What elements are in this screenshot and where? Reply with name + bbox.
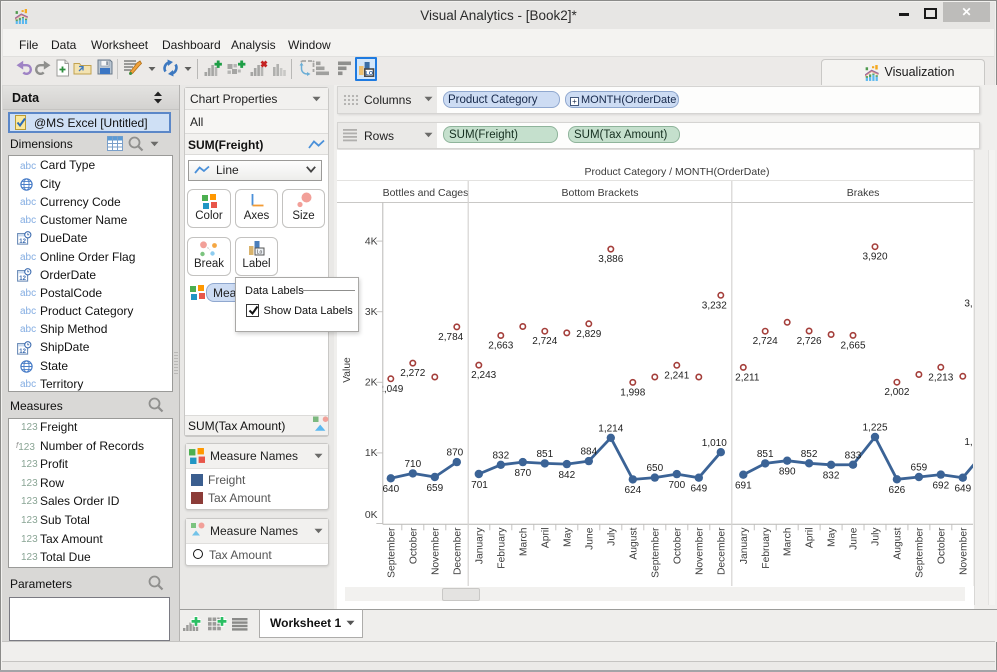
svg-text:October: October (936, 527, 947, 564)
svg-text:February: February (761, 527, 772, 569)
svg-text:1K: 1K (365, 448, 378, 459)
svg-text:August: August (628, 527, 639, 559)
svg-text:852: 852 (801, 449, 818, 460)
svg-text:2,272: 2,272 (400, 368, 425, 379)
svg-text:0K: 0K (365, 510, 378, 521)
svg-text:701: 701 (471, 480, 488, 491)
svg-text:832: 832 (823, 471, 840, 482)
svg-text:2,243: 2,243 (471, 370, 496, 381)
svg-text:1,010: 1,010 (702, 438, 727, 449)
svg-text:October: October (672, 527, 683, 564)
svg-text:710: 710 (404, 459, 421, 470)
svg-text:1,020: 1,020 (964, 437, 973, 448)
svg-text:June: June (584, 527, 595, 550)
svg-text:659: 659 (426, 483, 443, 494)
svg-text:2,665: 2,665 (840, 340, 865, 351)
svg-text:2,002: 2,002 (884, 387, 909, 398)
svg-text:3K: 3K (365, 307, 378, 318)
svg-text:2K: 2K (365, 378, 378, 389)
svg-text:LO: LO (365, 71, 373, 77)
svg-text:2,726: 2,726 (797, 336, 822, 347)
svg-text:2,784: 2,784 (438, 332, 463, 343)
svg-text:Bottom Brackets: Bottom Brackets (561, 187, 638, 199)
svg-text:691: 691 (735, 481, 752, 492)
svg-text:890: 890 (779, 467, 796, 478)
svg-text:Brakes: Brakes (847, 187, 880, 199)
svg-text:2,663: 2,663 (488, 341, 513, 352)
svg-text:12: 12 (19, 348, 26, 354)
svg-text:December: December (452, 527, 463, 575)
svg-text:September: September (386, 527, 397, 578)
svg-text:Bottles and Cages: Bottles and Cages (383, 187, 469, 199)
svg-text:November: November (430, 527, 441, 575)
svg-text:842: 842 (558, 470, 575, 481)
svg-text:1,225: 1,225 (862, 423, 887, 434)
svg-text:1,214: 1,214 (598, 423, 623, 434)
svg-text:Lo: Lo (257, 250, 263, 256)
svg-text:June: June (849, 527, 860, 550)
svg-text:700: 700 (668, 480, 685, 491)
svg-text:870: 870 (447, 448, 464, 459)
svg-text:626: 626 (889, 485, 906, 496)
svg-text:July: July (871, 527, 882, 546)
svg-text:2,724: 2,724 (753, 336, 778, 347)
svg-text:May: May (827, 527, 838, 547)
svg-text:851: 851 (536, 449, 553, 460)
svg-text:April: April (805, 528, 816, 549)
svg-text:3,232: 3,232 (702, 300, 727, 311)
svg-text:1,998: 1,998 (620, 387, 645, 398)
svg-text:October: October (408, 527, 419, 564)
svg-text:2,829: 2,829 (576, 329, 601, 340)
svg-text:November: November (694, 527, 705, 575)
svg-text:January: January (739, 527, 750, 564)
svg-text:3,259: 3,259 (964, 298, 973, 309)
svg-text:12: 12 (19, 239, 26, 245)
svg-text:January: January (474, 527, 485, 564)
svg-text:649: 649 (954, 484, 971, 495)
svg-text:August: August (892, 527, 903, 559)
svg-text:November: November (958, 527, 969, 575)
svg-text:650: 650 (646, 463, 663, 474)
svg-text:640: 640 (382, 484, 399, 495)
svg-text:833: 833 (845, 450, 862, 461)
svg-text:649: 649 (690, 484, 707, 495)
svg-text:2,241: 2,241 (664, 370, 689, 381)
svg-text:624: 624 (624, 485, 641, 496)
svg-text:Product Category / MONTH(Order: Product Category / MONTH(OrderDate) (585, 166, 770, 178)
svg-text:870: 870 (514, 468, 531, 479)
svg-text:September: September (914, 527, 925, 578)
svg-text:December: December (716, 527, 727, 575)
svg-text:May: May (562, 527, 573, 547)
svg-text:Value: Value (342, 357, 353, 383)
svg-text:832: 832 (492, 450, 509, 461)
svg-text:September: September (650, 527, 661, 578)
svg-text:3,920: 3,920 (862, 252, 887, 263)
svg-text:3,886: 3,886 (598, 254, 623, 265)
svg-text:692: 692 (932, 480, 949, 491)
svg-text:February: February (496, 527, 507, 569)
svg-text:2,211: 2,211 (735, 372, 760, 383)
svg-text:884: 884 (580, 447, 597, 458)
svg-text:4K: 4K (365, 236, 378, 247)
svg-text:2,724: 2,724 (532, 336, 557, 347)
svg-text:March: March (783, 527, 794, 556)
svg-text:851: 851 (757, 449, 774, 460)
svg-text:July: July (606, 527, 617, 546)
svg-text:659: 659 (911, 463, 928, 474)
svg-text:April: April (540, 528, 551, 549)
svg-text:2,213: 2,213 (928, 372, 953, 383)
svg-text:March: March (518, 527, 529, 556)
svg-text:12: 12 (19, 275, 26, 281)
